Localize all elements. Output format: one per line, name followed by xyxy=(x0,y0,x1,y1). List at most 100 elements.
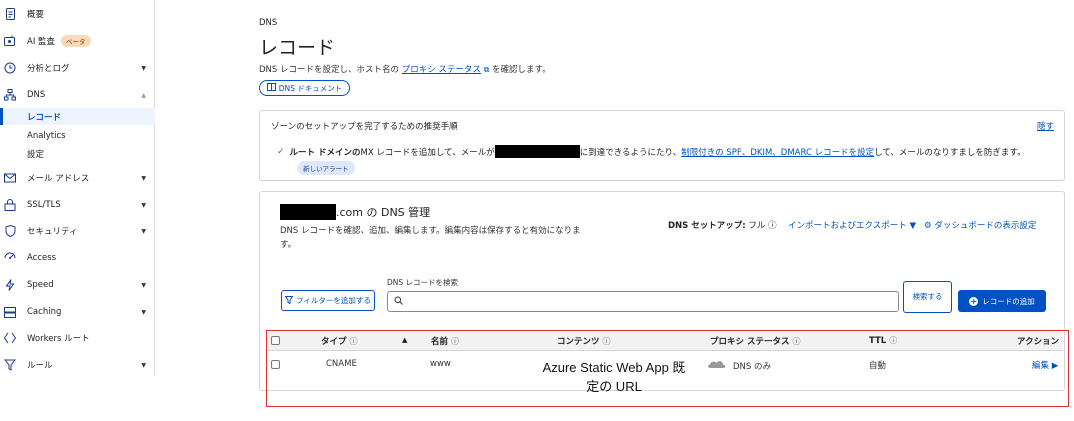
page-description: DNS レコードを設定し、ホスト名の プロキシ ステータス ⧉ を確認します。 xyxy=(259,63,551,75)
sidebar-item-analytics-logs[interactable]: 分析とログ ▼ xyxy=(0,58,155,78)
sidebar-item-rules[interactable]: ルール ▼ xyxy=(0,355,155,375)
plus-icon: + xyxy=(969,296,979,306)
clock-chart-icon xyxy=(4,62,16,74)
network-icon xyxy=(4,89,16,101)
email-icon xyxy=(4,172,16,184)
sidebar-item-dns[interactable]: DNS ▲ xyxy=(0,85,155,105)
cloud-icon xyxy=(707,359,727,372)
sidebar-subitem-label: レコード xyxy=(27,112,62,123)
shield-icon xyxy=(4,225,16,237)
sort-ascending-icon[interactable]: ▲ xyxy=(402,336,407,344)
import-export-dropdown[interactable]: インポートおよびエクスポート ▼ xyxy=(788,219,916,231)
sidebar-subitem-settings[interactable]: 設定 xyxy=(0,145,155,162)
edit-record-link[interactable]: 編集 ▶ xyxy=(1032,359,1058,371)
dns-docs-button[interactable]: DNS ドキュメント xyxy=(259,80,350,96)
caret-right-icon: ▶ xyxy=(1051,361,1059,371)
column-proxy-status[interactable]: プロキシ ステータス ⓘ xyxy=(710,335,800,347)
ai-audit-icon xyxy=(4,35,16,47)
sidebar-item-caching[interactable]: Caching ▼ xyxy=(0,302,155,322)
chevron-down-icon: ▼ xyxy=(141,174,146,182)
sidebar-item-security[interactable]: セキュリティ ▼ xyxy=(0,221,155,241)
column-name[interactable]: 名前 ⓘ xyxy=(431,335,459,347)
dashboard-settings-label: ダッシュボードの表示設定 xyxy=(934,221,1037,231)
chevron-down-icon: ▼ xyxy=(141,201,146,209)
import-export-label: インポートおよびエクスポート xyxy=(788,221,907,231)
column-content[interactable]: コンテンツ ⓘ xyxy=(557,335,611,347)
row-checkbox[interactable] xyxy=(271,360,280,369)
lock-icon xyxy=(4,199,16,211)
recommendation-bold: ルート ドメインの xyxy=(289,147,361,158)
workers-icon xyxy=(4,332,16,344)
dns-setup-value: フル xyxy=(748,221,766,231)
info-icon: ⓘ xyxy=(889,336,898,345)
proxy-status-value: DNS のみ xyxy=(733,361,772,372)
sidebar-subitem-records[interactable]: レコード xyxy=(0,108,155,125)
info-icon: ⓘ xyxy=(349,337,358,346)
sidebar-item-label: Caching xyxy=(27,307,62,317)
search-input[interactable] xyxy=(406,292,896,311)
dns-setup-status: DNS セットアップ: フル ⓘ xyxy=(668,219,777,231)
search-button[interactable]: 検索する xyxy=(903,281,952,313)
column-actions: アクション xyxy=(1017,337,1060,347)
dns-setup-label: DNS セットアップ: xyxy=(668,221,746,231)
gear-icon: ⚙ xyxy=(924,221,932,231)
sidebar-item-ai-audit[interactable]: AI 監査 ベータ xyxy=(0,31,155,51)
select-all-checkbox[interactable] xyxy=(271,336,280,345)
record-ttl: 自動 xyxy=(869,361,887,371)
lightning-icon xyxy=(4,279,16,291)
new-alert-badge: 新しいアラート xyxy=(297,161,355,175)
page-title: レコード xyxy=(259,37,336,59)
search-label: DNS レコードを検索 xyxy=(387,278,459,287)
sidebar-item-label: 概要 xyxy=(27,10,45,20)
sidebar-item-label: Speed xyxy=(27,280,54,290)
chevron-down-icon: ▼ xyxy=(141,64,146,72)
sidebar-item-label: SSL/TLS xyxy=(27,200,61,210)
record-type: CNAME xyxy=(326,359,357,369)
dns-record-search[interactable] xyxy=(387,291,899,312)
filter-icon xyxy=(284,295,294,306)
sidebar-item-label: Access xyxy=(27,253,57,263)
column-content-label: コンテンツ xyxy=(557,337,600,347)
column-ttl[interactable]: TTL ⓘ xyxy=(869,335,897,346)
info-icon: ⓘ xyxy=(602,337,611,346)
record-content: Azure Static Web App 既定の URL xyxy=(542,360,686,394)
column-proxy-label: プロキシ ステータス xyxy=(710,337,790,347)
info-icon[interactable]: ⓘ xyxy=(768,221,777,231)
setup-card-title: ゾーンのセットアップを完了するための推奨手順 xyxy=(271,122,458,132)
sidebar-item-ssl-tls[interactable]: SSL/TLS ▼ xyxy=(0,195,155,215)
sidebar-item-overview[interactable]: 概要 xyxy=(0,4,155,24)
chevron-down-icon: ▼ xyxy=(141,281,146,289)
records-table-header: タイプ ⓘ ▲ 名前 ⓘ コンテンツ ⓘ プロキシ ステータス ⓘ TTL ⓘ アクション xyxy=(267,331,1063,351)
add-filter-button[interactable]: フィルターを追加する xyxy=(281,290,375,311)
sidebar-subitem-analytics[interactable]: Analytics xyxy=(0,127,155,144)
dashboard-display-settings[interactable]: ⚙ ダッシュボードの表示設定 xyxy=(924,219,1036,231)
sidebar-subitem-label: 設定 xyxy=(27,149,45,160)
caret-down-icon: ▼ xyxy=(909,221,916,231)
sidebar: 概要 AI 監査 ベータ 分析とログ ▼ DNS ▲ レコード Analytics… xyxy=(0,0,155,376)
sidebar-item-access[interactable]: Access xyxy=(0,248,155,268)
add-record-button[interactable]: + レコードの追加 xyxy=(958,290,1046,312)
dns-management-title: .com の DNS 管理 xyxy=(280,204,430,220)
book-icon xyxy=(266,83,276,93)
configure-spf-dkim-dmarc-link[interactable]: 制限付きの SPF、DKIM、DMARC レコードを設定 xyxy=(681,146,874,158)
sidebar-item-label: メール アドレス xyxy=(27,174,90,184)
proxy-status-link[interactable]: プロキシ ステータス xyxy=(402,65,481,75)
record-proxy-status: DNS のみ xyxy=(707,359,771,372)
column-type[interactable]: タイプ ⓘ xyxy=(321,335,358,347)
add-filter-label: フィルターを追加する xyxy=(296,296,371,305)
sidebar-item-speed[interactable]: Speed ▼ xyxy=(0,275,155,295)
beta-badge: ベータ xyxy=(61,35,91,48)
sidebar-item-email[interactable]: メール アドレス ▼ xyxy=(0,168,155,188)
sidebar-item-workers-routes[interactable]: Workers ルート xyxy=(0,328,155,348)
dns-management-description: DNS レコードを確認、追加、編集します。編集内容は保存すると有効になります。 xyxy=(280,226,581,250)
sidebar-item-label: セキュリティ xyxy=(27,227,78,237)
sidebar-subitem-label: Analytics xyxy=(27,130,66,141)
hide-link[interactable]: 隠す xyxy=(1037,120,1054,132)
add-record-label: レコードの追加 xyxy=(982,296,1035,306)
column-ttl-label: TTL xyxy=(869,336,887,346)
rules-icon xyxy=(4,359,16,371)
record-name: www xyxy=(430,359,451,369)
recommendation-text: して、メールのなりすましを防ぎます。 xyxy=(874,147,1026,158)
redacted-domain xyxy=(280,204,336,220)
dns-management-title-text: .com の DNS 管理 xyxy=(336,206,431,219)
